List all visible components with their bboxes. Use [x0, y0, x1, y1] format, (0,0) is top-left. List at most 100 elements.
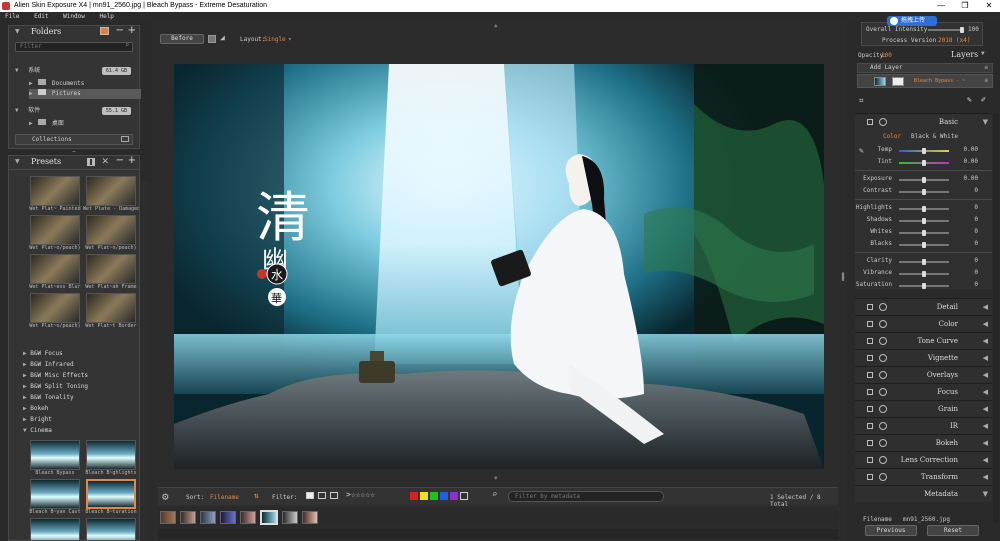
- folders-header[interactable]: ▼ Folders − +: [9, 25, 139, 38]
- panel-toggle-icon[interactable]: [867, 355, 873, 361]
- menu-edit[interactable]: Edit: [34, 13, 48, 20]
- panel-overlays[interactable]: Overlays ◀: [855, 366, 992, 383]
- folders-filter-input[interactable]: Filter: [15, 42, 133, 52]
- folder-item[interactable]: ▶ Documents: [29, 79, 133, 89]
- color-label-filter[interactable]: [410, 492, 470, 502]
- reset-icon[interactable]: [879, 337, 887, 345]
- slider-row-blacks[interactable]: Blacks 0: [855, 238, 992, 250]
- slider-knob[interactable]: [922, 177, 926, 183]
- reset-icon[interactable]: [879, 439, 887, 447]
- panel-toggle-icon[interactable]: [867, 338, 873, 344]
- filmstrip-thumb[interactable]: [302, 511, 318, 524]
- preset-category[interactable]: ▶ B&W Infrared: [19, 359, 137, 370]
- slider-row-whites[interactable]: Whites 0: [855, 226, 992, 238]
- panel-toggle-icon[interactable]: [867, 119, 873, 125]
- before-button[interactable]: Before: [160, 34, 204, 44]
- panel-toggle-icon[interactable]: [867, 304, 873, 310]
- preset-category-open[interactable]: ▼ Cinema: [19, 425, 137, 436]
- filmstrip-thumb[interactable]: [240, 511, 256, 524]
- reset-icon[interactable]: [879, 456, 887, 464]
- color-swatch-green[interactable]: [430, 492, 438, 500]
- preset-tile[interactable]: Bleach Bypass: [27, 440, 83, 476]
- crop-icon[interactable]: ⌗: [859, 96, 864, 106]
- panel-grain[interactable]: Grain ◀: [855, 400, 992, 417]
- preset-tile[interactable]: Wet Plat~o/peach): [27, 215, 83, 251]
- panel-toggle-icon[interactable]: [867, 474, 873, 480]
- slider-row-contrast[interactable]: Contrast 0: [855, 185, 992, 197]
- bw-tab[interactable]: Black & White: [911, 133, 958, 140]
- folder-item[interactable]: ▶ 桌面: [29, 119, 133, 129]
- color-swatch-blue[interactable]: [440, 492, 448, 500]
- filmstrip-thumb[interactable]: [220, 511, 236, 524]
- preset-category[interactable]: ▶ B&W Misc Effects: [19, 370, 137, 381]
- opacity-dropdown[interactable]: 100: [881, 52, 892, 59]
- preset-tile[interactable]: Wet Plat~n/peach): [83, 215, 139, 251]
- reset-button[interactable]: Reset: [927, 525, 979, 536]
- preset-tile[interactable]: [27, 518, 83, 540]
- panel-transform[interactable]: Transform ◀: [855, 468, 992, 485]
- presets-header[interactable]: ▼ Presets ✕ − +: [9, 156, 139, 168]
- preset-tile[interactable]: Wet Plat~o/peach): [27, 293, 83, 329]
- preset-tile[interactable]: Bleach B~ghlights: [83, 440, 139, 476]
- reset-icon[interactable]: [879, 422, 887, 430]
- preset-category[interactable]: ▶ B&W Focus: [19, 348, 137, 359]
- search-icon[interactable]: ⌕: [492, 490, 497, 500]
- slider-knob[interactable]: [922, 218, 926, 224]
- menu-help[interactable]: Help: [99, 13, 113, 20]
- plus-icon[interactable]: +: [128, 156, 136, 167]
- filmstrip-thumb-selected[interactable]: [260, 510, 278, 525]
- preset-category[interactable]: ▶ Bokeh: [19, 403, 137, 414]
- preset-tile[interactable]: [83, 518, 139, 540]
- slider-row-exposure[interactable]: Exposure 0.00: [855, 173, 992, 185]
- slider-knob[interactable]: [922, 206, 926, 212]
- filmstrip-thumb[interactable]: [282, 511, 298, 524]
- brush-icon[interactable]: ◢: [220, 33, 225, 42]
- rating-filter-icon[interactable]: >☆☆☆☆☆: [346, 490, 375, 499]
- previous-button[interactable]: Previous: [865, 525, 917, 536]
- panel-toggle-icon[interactable]: [867, 440, 873, 446]
- compare-icon[interactable]: [208, 35, 216, 43]
- collections-item[interactable]: Collections: [15, 134, 133, 145]
- folder-add-icon[interactable]: [100, 27, 109, 35]
- reset-icon[interactable]: [879, 354, 887, 362]
- upload-badge[interactable]: 拖拽上传: [887, 16, 937, 26]
- collapse-top-arrow-icon[interactable]: ▲: [494, 22, 498, 29]
- color-swatch-none[interactable]: [460, 492, 468, 500]
- eraser-icon[interactable]: ✐: [981, 95, 986, 104]
- slider-row-tint[interactable]: Tint 0.00: [855, 156, 992, 168]
- adjustments-scrollbar[interactable]: [993, 113, 999, 523]
- filmstrip-scrollbar[interactable]: [158, 529, 838, 539]
- slider-row-temp[interactable]: Temp 0.00: [855, 144, 992, 156]
- panel-metadata[interactable]: Metadata ▼: [855, 485, 992, 502]
- folder-item-selected[interactable]: ▶ Pictures: [29, 89, 141, 99]
- filmstrip-thumb[interactable]: [160, 511, 176, 524]
- maximize-button[interactable]: ❐: [954, 0, 976, 12]
- filmstrip-thumb[interactable]: [180, 511, 196, 524]
- plus-icon[interactable]: +: [128, 25, 136, 37]
- panel-bokeh[interactable]: Bokeh ◀: [855, 434, 992, 451]
- slider-row-highlights[interactable]: Highlights 0: [855, 202, 992, 214]
- slider-knob[interactable]: [922, 242, 926, 248]
- panel-detail[interactable]: Detail ◀: [855, 298, 992, 315]
- photo-canvas[interactable]: 清 幽 水 華: [174, 64, 824, 469]
- slider-knob[interactable]: [922, 283, 926, 289]
- minus-icon[interactable]: −: [116, 156, 124, 167]
- slider-row-shadows[interactable]: Shadows 0: [855, 214, 992, 226]
- unflag-icon[interactable]: [330, 492, 338, 499]
- reset-icon[interactable]: [879, 371, 887, 379]
- metadata-filter-input[interactable]: Filter by metadata: [508, 491, 664, 502]
- preset-tile[interactable]: Wet Plate - Damaged: [83, 176, 139, 212]
- reset-icon[interactable]: [879, 473, 887, 481]
- preset-category[interactable]: ▶ B&W Split Toning: [19, 381, 137, 392]
- preset-tile[interactable]: Wet Plat~ah Frame: [83, 254, 139, 290]
- layout-dropdown[interactable]: Single: [264, 36, 286, 43]
- color-swatch-red[interactable]: [410, 492, 418, 500]
- flag-icon[interactable]: [306, 492, 314, 499]
- grid-view-icon[interactable]: [87, 158, 95, 166]
- slider-knob[interactable]: [922, 271, 926, 277]
- add-layer-button[interactable]: Add Layer ≡: [857, 63, 993, 73]
- slider-row-saturation[interactable]: Saturation 0: [855, 279, 992, 291]
- preset-tile[interactable]: Wet Plat~ess Blur: [27, 254, 83, 290]
- panel-color[interactable]: Color ◀: [855, 315, 992, 332]
- panel-toggle-icon[interactable]: [867, 389, 873, 395]
